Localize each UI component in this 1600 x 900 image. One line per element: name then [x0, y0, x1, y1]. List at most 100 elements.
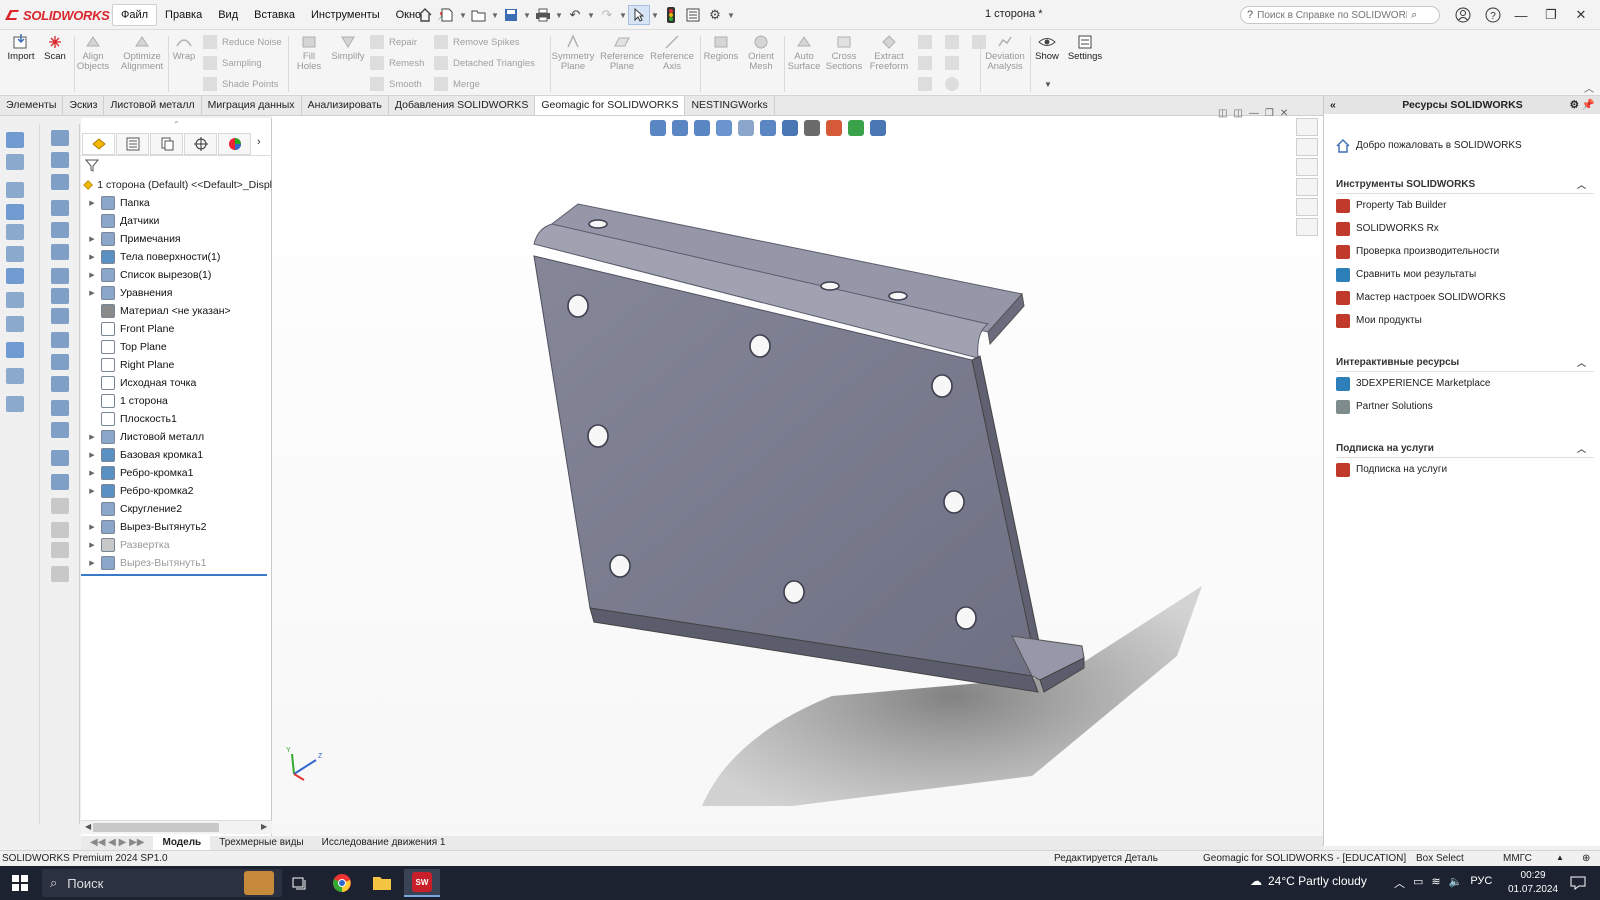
minimize-icon[interactable]: — [1510, 5, 1532, 25]
traffic-light-icon[interactable] [660, 5, 682, 25]
tree-item[interactable]: Исходная точка [81, 374, 272, 392]
keyboard-language[interactable]: РУС [1470, 875, 1492, 891]
graphics-area[interactable]: ◫ ◫ — ❐ ✕ Y Z [272, 108, 1323, 846]
flatten-icon[interactable] [51, 332, 69, 348]
cross-break-icon[interactable] [51, 268, 69, 284]
restore-icon[interactable]: ❐ [1540, 5, 1562, 25]
vent-icon[interactable] [51, 522, 69, 538]
edge-flange-icon[interactable] [51, 152, 69, 168]
remesh-button[interactable]: Remesh [370, 54, 424, 72]
task-pane-pin-icon[interactable]: 📌 [1582, 96, 1595, 114]
resource-link[interactable]: Подписка на услуги [1336, 458, 1594, 481]
menu-tools[interactable]: Инструменты [303, 4, 388, 26]
mounting-hole[interactable] [609, 554, 631, 578]
more-tabs-chevron-icon[interactable]: › [257, 136, 261, 148]
detached-triangles-button[interactable]: Detached Triangles [434, 54, 535, 72]
rip-icon[interactable] [51, 376, 69, 392]
select-dropdown-icon[interactable]: ▼ [650, 5, 660, 25]
file-explorer-tab-icon[interactable] [1296, 158, 1318, 176]
fill-holes-button[interactable]: Fill Holes [287, 34, 331, 72]
options-gear-icon[interactable]: ⚙ [704, 5, 726, 25]
expand-arrow-icon[interactable]: ▶ [87, 451, 97, 459]
expand-arrow-icon[interactable]: ▶ [87, 469, 97, 477]
status-help-icon[interactable]: ⊕ [1582, 853, 1590, 864]
expand-arrow-icon[interactable]: ▶ [87, 559, 97, 567]
property-manager-tab-icon[interactable] [116, 132, 149, 155]
expand-arrow-icon[interactable]: ▶ [87, 199, 97, 207]
menu-insert[interactable]: Вставка [246, 4, 303, 26]
horizontal-scrollbar[interactable]: ◀ ▶ [81, 820, 272, 834]
tree-item[interactable]: ▶ Тела поверхности(1) [81, 248, 272, 266]
no-bends-icon[interactable] [51, 354, 69, 370]
resources-tab-home-icon[interactable] [1296, 118, 1318, 136]
redo-dropdown-icon[interactable]: ▼ [618, 5, 628, 25]
simplify-button[interactable]: Simplify [326, 34, 370, 62]
fold-icon[interactable] [51, 308, 69, 324]
welcome-link[interactable]: Добро пожаловать в SOLIDWORKS [1336, 134, 1594, 157]
tree-item[interactable]: 1 сторона [81, 392, 272, 410]
dimxpert-tab-icon[interactable] [184, 132, 217, 155]
tree-item[interactable]: Плоскость1 [81, 410, 272, 428]
tab-slot-icon[interactable] [51, 566, 69, 582]
network-icon[interactable]: ▭ [1413, 875, 1423, 891]
collapse-pane-icon[interactable]: « [1330, 96, 1336, 114]
expand-arrow-icon[interactable]: ▶ [87, 433, 97, 441]
rollback-bar[interactable] [81, 574, 267, 576]
section-title[interactable]: Подписка на услуги ︿ [1336, 440, 1594, 458]
search-icon[interactable]: ⌕ [1411, 9, 1417, 22]
redo-icon[interactable]: ↷ [596, 5, 618, 25]
print-dropdown-icon[interactable]: ▼ [554, 5, 564, 25]
wrap-button[interactable]: Wrap [162, 34, 206, 62]
sheet-metal-base-icon[interactable] [51, 130, 69, 146]
revolved-cut-icon[interactable] [6, 292, 24, 308]
windows-start-icon[interactable] [2, 869, 38, 897]
tab-sheet-metal[interactable]: Листовой металл [104, 96, 202, 115]
taskbar-search[interactable]: ⌕ Поиск [42, 869, 282, 897]
view-palette-tab-icon[interactable] [1296, 178, 1318, 196]
tab-3d-views[interactable]: Трехмерные виды [210, 836, 312, 850]
orient-mesh-button[interactable]: Orient Mesh [740, 34, 782, 72]
collapse-section-icon[interactable]: ︿ [1577, 176, 1586, 194]
smooth-button[interactable]: Smooth [370, 75, 422, 93]
open-dropdown-icon[interactable]: ▼ [490, 5, 500, 25]
mounting-hole[interactable] [943, 490, 965, 514]
tab-model[interactable]: Модель [153, 836, 211, 850]
home-icon[interactable] [414, 5, 436, 25]
open-folder-icon[interactable] [468, 5, 490, 25]
regions-button[interactable]: Regions [700, 34, 742, 62]
welded-corner-icon[interactable] [51, 474, 69, 490]
sampling-button[interactable]: Sampling [203, 54, 262, 72]
surface-tool-6-button[interactable] [918, 75, 959, 93]
hem-icon[interactable] [51, 200, 69, 216]
extruded-cut-icon[interactable] [6, 246, 24, 262]
tray-chevron-icon[interactable]: ︿ [1394, 875, 1405, 891]
tree-item[interactable]: Материал <не указан> [81, 302, 272, 320]
user-account-icon[interactable] [1452, 5, 1474, 25]
scan-button[interactable]: Scan [34, 34, 76, 62]
tree-item[interactable]: ▶ Примечания [81, 230, 272, 248]
mounting-hole[interactable] [955, 606, 977, 630]
shade-points-button[interactable]: Shade Points [203, 75, 279, 93]
configuration-manager-tab-icon[interactable] [150, 132, 183, 155]
curves-icon[interactable] [6, 396, 24, 412]
wifi-icon[interactable]: ≋ [1431, 875, 1440, 891]
tree-item[interactable]: Right Plane [81, 356, 272, 374]
file-properties-icon[interactable] [682, 5, 704, 25]
tree-item[interactable]: ▶ Ребро-кромка1 [81, 464, 272, 482]
help-icon[interactable]: ? [1482, 5, 1504, 25]
expand-arrow-icon[interactable]: ▶ [87, 253, 97, 261]
design-library-tab-icon[interactable] [1296, 138, 1318, 156]
tree-item[interactable]: Скругление2 [81, 500, 272, 518]
close-icon[interactable]: ✕ [1570, 5, 1592, 25]
scroll-left-icon[interactable]: ◀ [85, 822, 91, 831]
menu-view[interactable]: Вид [210, 4, 246, 26]
surface-tool-4-button[interactable] [918, 54, 959, 72]
extruded-boss-icon[interactable] [6, 132, 24, 148]
solidworks-logo[interactable]: SOLIDWORKS [4, 6, 110, 24]
tree-item[interactable]: ▶ Список вырезов(1) [81, 266, 272, 284]
optimize-alignment-button[interactable]: Optimize Alignment [118, 34, 166, 72]
save-dropdown-icon[interactable]: ▼ [522, 5, 532, 25]
custom-properties-tab-icon[interactable] [1296, 218, 1318, 236]
hole-wizard-icon[interactable] [6, 268, 24, 284]
pattern-icon[interactable] [6, 342, 24, 358]
